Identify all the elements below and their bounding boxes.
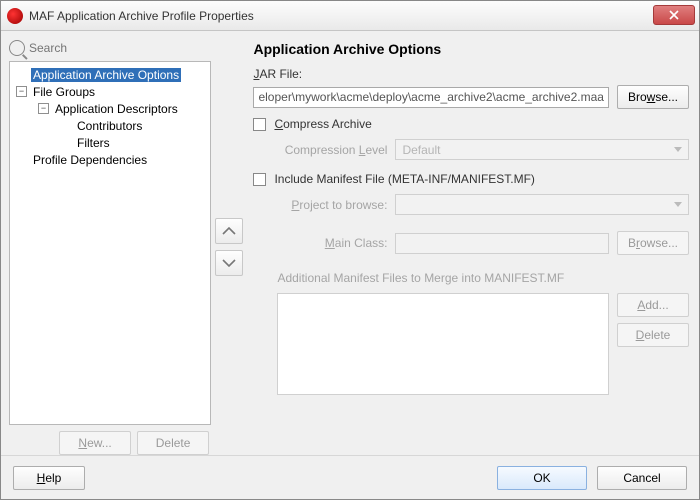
dialog-window: MAF Application Archive Profile Properti… (0, 0, 700, 500)
help-button[interactable]: Help (13, 466, 85, 490)
titlebar: MAF Application Archive Profile Properti… (1, 1, 699, 31)
additional-manifest-label: Additional Manifest Files to Merge into … (277, 271, 689, 285)
delete-manifest-button: Delete (617, 323, 689, 347)
delete-button[interactable]: Delete (137, 431, 209, 455)
ok-button[interactable]: OK (497, 466, 587, 490)
compress-checkbox[interactable] (253, 118, 266, 131)
close-icon (668, 10, 680, 20)
compress-label: Compress Archive (274, 117, 371, 131)
browse-mainclass-button: Browse... (617, 231, 689, 255)
main-class-field (395, 233, 609, 254)
additional-manifest-list (277, 293, 609, 395)
search-input[interactable] (29, 39, 211, 57)
tree-item-profile-dependencies[interactable]: Profile Dependencies (12, 151, 208, 168)
include-manifest-checkbox[interactable] (253, 173, 266, 186)
select-value: Default (402, 143, 440, 157)
tree-label: Application Descriptors (53, 102, 180, 116)
collapse-icon[interactable]: − (38, 103, 49, 114)
dialog-body: Application Archive Options − File Group… (1, 31, 699, 455)
main-class-label: Main Class: (277, 236, 387, 250)
chevron-down-icon (674, 202, 682, 207)
nav-tree[interactable]: Application Archive Options − File Group… (9, 61, 211, 425)
cancel-button[interactable]: Cancel (597, 466, 687, 490)
compression-level-select: Default (395, 139, 689, 160)
panel-heading: Application Archive Options (253, 41, 689, 57)
jar-file-field[interactable]: eloper\mywork\acme\deploy\acme_archive2\… (253, 87, 609, 108)
tree-label: File Groups (31, 85, 97, 99)
tree-button-row: New... Delete (9, 425, 211, 455)
collapse-icon[interactable]: − (16, 86, 27, 97)
tree-item-file-groups[interactable]: − File Groups (12, 83, 208, 100)
dialog-footer: Help OK Cancel (1, 455, 699, 499)
close-button[interactable] (653, 5, 695, 25)
new-button[interactable]: New... (59, 431, 131, 455)
browse-jar-button[interactable]: Browse... (617, 85, 689, 109)
window-title: MAF Application Archive Profile Properti… (29, 9, 254, 23)
project-browse-label: Project to browse: (277, 198, 387, 212)
reorder-buttons (215, 39, 243, 455)
tree-item-archive-options[interactable]: Application Archive Options (12, 66, 208, 83)
tree-label: Application Archive Options (31, 68, 181, 82)
tree-label: Profile Dependencies (31, 153, 149, 167)
tree-item-contributors[interactable]: Contributors (12, 117, 208, 134)
search-box (9, 39, 211, 57)
chevron-down-icon (674, 147, 682, 152)
tree-item-app-descriptors[interactable]: − Application Descriptors (12, 100, 208, 117)
left-panel: Application Archive Options − File Group… (9, 39, 211, 455)
content-panel: Application Archive Options JAR File: el… (247, 39, 691, 455)
chevron-down-icon (222, 259, 236, 267)
app-logo-icon (7, 8, 23, 24)
search-icon (9, 40, 25, 56)
move-up-button[interactable] (215, 218, 243, 244)
include-manifest-label: Include Manifest File (META-INF/MANIFEST… (274, 172, 534, 186)
tree-label: Contributors (75, 119, 144, 133)
compression-level-label: Compression Level (277, 143, 387, 157)
chevron-up-icon (222, 227, 236, 235)
jar-file-label: JAR File: (253, 67, 689, 81)
tree-item-filters[interactable]: Filters (12, 134, 208, 151)
add-manifest-button: Add... (617, 293, 689, 317)
tree-label: Filters (75, 136, 112, 150)
move-down-button[interactable] (215, 250, 243, 276)
project-browse-select (395, 194, 689, 215)
